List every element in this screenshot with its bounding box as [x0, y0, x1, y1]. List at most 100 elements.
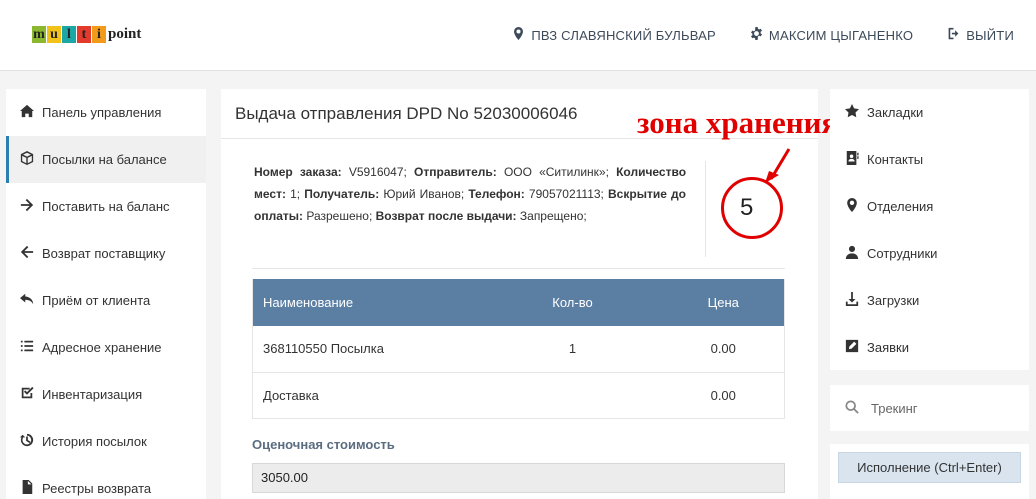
logo-letter: m: [32, 26, 46, 43]
right-item-label: Закладки: [867, 105, 924, 120]
table-cell: 368110550 Посылка: [252, 326, 483, 373]
arrow-left-icon: [20, 245, 34, 262]
user-icon: [845, 245, 859, 262]
logo-letter: l: [62, 26, 76, 43]
gear-icon: [750, 27, 763, 43]
storage-zone-annotation: зона хранения: [637, 105, 839, 140]
places-value: 1;: [290, 187, 301, 201]
right-item-label: Контакты: [867, 152, 924, 167]
order-number: V5916047;: [348, 165, 407, 179]
location-link[interactable]: ПВЗ СЛАВЯНСКИЙ БУЛЬВАР: [512, 27, 716, 43]
items-table: Наименование Кол-во Цена 368110550 Посыл…: [252, 279, 785, 419]
checkbox-icon: [20, 386, 34, 403]
arrow-right-icon: [20, 198, 34, 215]
sidebar-item-label: Возврат поставщику: [42, 246, 166, 261]
execute-panel: Исполнение (Ctrl+Enter): [830, 444, 1029, 499]
box-icon: [20, 151, 34, 168]
logo-letter: t: [77, 26, 91, 43]
table-header-row: Наименование Кол-во Цена: [252, 279, 785, 326]
sidebar-item-address-storage[interactable]: Адресное хранение: [6, 324, 206, 371]
logout-link[interactable]: ВЫЙТИ: [947, 27, 1014, 43]
order-number-label: Номер заказа:: [254, 165, 342, 179]
divider: [252, 268, 785, 269]
table-row: 368110550 Посылка 1 0.00: [252, 326, 785, 373]
sender-label: Отправитель:: [414, 165, 497, 179]
sidebar-item-parcels-on-balance[interactable]: Посылки на балансе: [6, 136, 206, 183]
tracking-search[interactable]: Трекинг: [830, 385, 1029, 431]
sidebar-nav: Панель управления Посылки на балансе Пос…: [6, 89, 206, 499]
logo-text: point: [108, 26, 142, 42]
column-header-price: Цена: [662, 279, 785, 326]
logout-icon: [947, 27, 960, 43]
right-item-requests[interactable]: Заявки: [830, 324, 1029, 371]
return-label: Возврат после выдачи:: [375, 209, 517, 223]
user-name: МАКСИМ ЦЫГАНЕНКО: [768, 27, 914, 43]
map-marker-icon: [512, 27, 525, 43]
location-label: ПВЗ СЛАВЯНСКИЙ БУЛЬВАР: [531, 27, 716, 43]
phone-label: Телефон:: [468, 187, 525, 201]
estimated-cost-field[interactable]: 3050.00: [252, 463, 785, 493]
recipient-value: Юрий Иванов;: [383, 187, 465, 201]
star-icon: [845, 104, 859, 121]
file-icon: [20, 480, 34, 497]
right-item-downloads[interactable]: Загрузки: [830, 277, 1029, 324]
sidebar-item-label: Посылки на балансе: [42, 152, 167, 167]
contacts-icon: [845, 151, 859, 168]
right-item-label: Отделения: [867, 199, 934, 214]
sidebar-item-label: Поставить на баланс: [42, 199, 170, 214]
logo-letter: i: [92, 26, 106, 43]
sidebar-item-label: Инвентаризация: [42, 387, 143, 402]
search-icon: [845, 399, 859, 417]
column-header-name: Наименование: [252, 279, 483, 326]
table-cell: 0.00: [662, 372, 785, 419]
tracking-placeholder: Трекинг: [871, 400, 918, 416]
top-nav: ПВЗ СЛАВЯНСКИЙ БУЛЬВАР МАКСИМ ЦЫГАНЕНКО …: [512, 27, 1014, 43]
multipoint-logo[interactable]: m u l t i point: [32, 26, 141, 43]
download-icon: [845, 292, 859, 309]
sidebar-item-parcel-history[interactable]: История посылок: [6, 418, 206, 465]
estimated-cost-label: Оценочная стоимость: [252, 437, 395, 452]
sidebar-item-dashboard[interactable]: Панель управления: [6, 89, 206, 136]
right-item-employees[interactable]: Сотрудники: [830, 230, 1029, 277]
table-cell: Доставка: [252, 372, 483, 419]
right-nav: Закладки Контакты Отделения Сотрудники З…: [830, 89, 1029, 370]
execute-button[interactable]: Исполнение (Ctrl+Enter): [838, 452, 1021, 483]
user-link[interactable]: МАКСИМ ЦЫГАНЕНКО: [750, 27, 913, 43]
return-value: Запрещено;: [519, 209, 587, 223]
shipment-info: Номер заказа: V5916047; Отправитель: ООО…: [254, 161, 686, 227]
sidebar-item-receive-from-client[interactable]: Приём от клиента: [6, 277, 206, 324]
reply-icon: [20, 292, 34, 309]
sidebar-item-put-on-balance[interactable]: Поставить на баланс: [6, 183, 206, 230]
logout-label: ВЫЙТИ: [966, 27, 1014, 43]
right-item-label: Загрузки: [867, 293, 920, 308]
right-item-label: Заявки: [867, 340, 909, 355]
list-icon: [20, 339, 34, 356]
edit-icon: [845, 339, 859, 356]
sidebar-item-return-to-supplier[interactable]: Возврат поставщику: [6, 230, 206, 277]
map-marker-icon: [845, 198, 859, 215]
storage-zone-number: 5: [740, 194, 754, 221]
sender-value: ООО «Ситилинк»;: [503, 165, 609, 179]
divider: [705, 161, 706, 257]
right-item-bookmarks[interactable]: Закладки: [830, 89, 1029, 136]
right-item-contacts[interactable]: Контакты: [830, 136, 1029, 183]
column-header-qty: Кол-во: [482, 279, 663, 326]
table-cell: [482, 372, 663, 419]
sidebar-item-label: Реестры возврата: [42, 481, 152, 496]
sidebar-item-inventory[interactable]: Инвентаризация: [6, 371, 206, 418]
table-cell: 0.00: [662, 326, 785, 373]
issue-shipment-panel: Выдача отправления DPD No 52030006046 Но…: [221, 89, 838, 499]
home-icon: [20, 104, 34, 121]
right-item-label: Сотрудники: [867, 246, 938, 261]
history-icon: [20, 433, 34, 450]
sidebar-item-label: Адресное хранение: [42, 340, 162, 355]
opening-value: Разрешено;: [306, 209, 373, 223]
sidebar-item-label: Панель управления: [42, 105, 162, 120]
table-row: Доставка 0.00: [252, 372, 785, 419]
sidebar-item-label: История посылок: [42, 434, 147, 449]
sidebar-item-return-registers[interactable]: Реестры возврата: [6, 465, 206, 499]
top-header: m u l t i point ПВЗ СЛАВЯНСКИЙ БУЛЬВАР М…: [0, 0, 1036, 71]
sidebar-item-label: Приём от клиента: [42, 293, 151, 308]
right-item-offices[interactable]: Отделения: [830, 183, 1029, 230]
phone-value: 79057021113;: [528, 187, 604, 201]
